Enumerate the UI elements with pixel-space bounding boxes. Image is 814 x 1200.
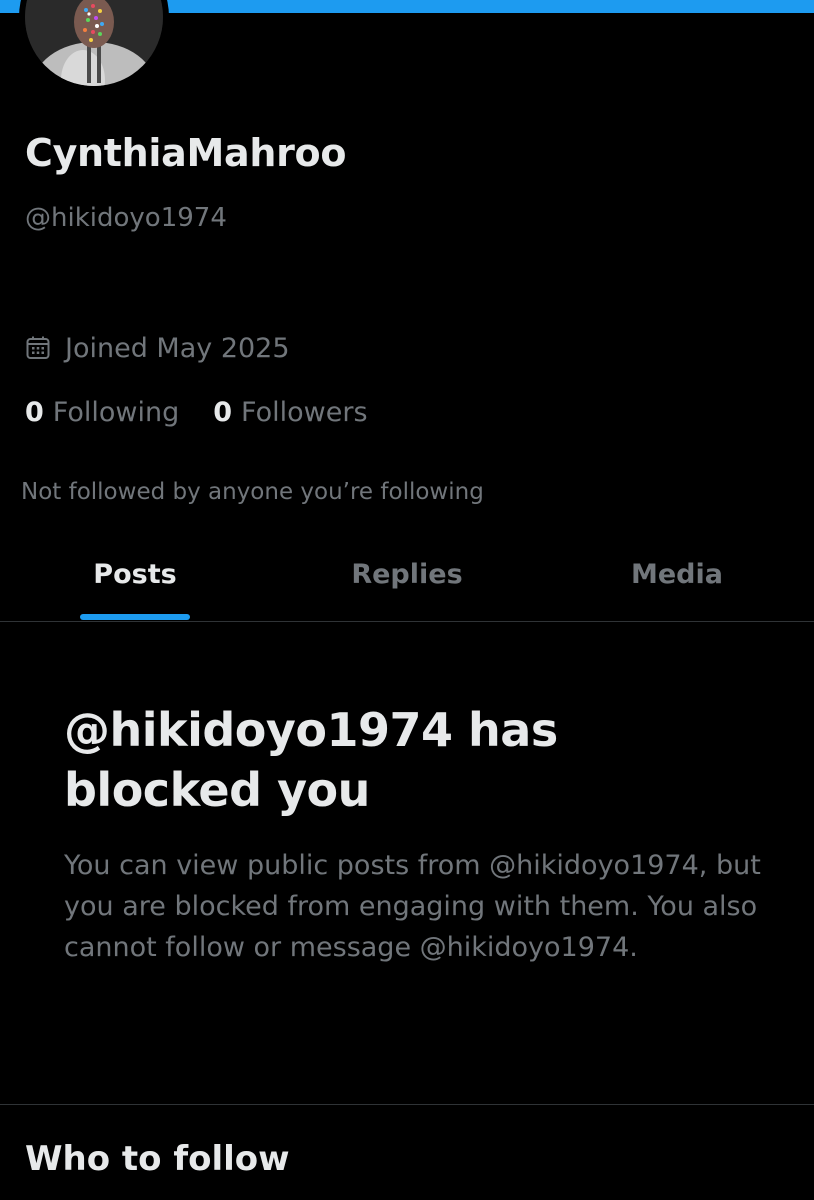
blocked-message: You can view public posts from @hikidoyo… (64, 850, 761, 963)
profile-display-name: CynthiaMahroo (25, 131, 347, 175)
following-label: Following (52, 396, 180, 428)
tab-media[interactable]: Media (582, 540, 772, 621)
profile-handle: @hikidoyo1974 (25, 203, 227, 233)
joined-date: Joined May 2025 (25, 330, 290, 366)
following-count: 0 (25, 396, 44, 428)
calendar-icon (25, 335, 51, 361)
blocked-title: @hikidoyo1974 has blocked you (64, 703, 558, 817)
avatar-image (25, 0, 163, 86)
who-to-follow-heading: Who to follow (25, 1139, 290, 1179)
section-divider (0, 1104, 814, 1105)
followers-label: Followers (241, 396, 368, 428)
following-link[interactable]: 0 Following (25, 397, 179, 428)
joined-label: Joined May 2025 (65, 332, 290, 364)
active-tab-indicator (80, 614, 190, 620)
followers-count: 0 (213, 396, 233, 428)
profile-tabs: Posts Replies Media (0, 540, 814, 622)
not-followed-notice: Not followed by anyone you’re following (21, 479, 484, 505)
tab-posts[interactable]: Posts (40, 540, 230, 621)
followers-link[interactable]: 0 Followers (213, 397, 367, 428)
avatar[interactable] (19, 0, 169, 92)
tab-replies[interactable]: Replies (312, 540, 502, 621)
follow-stats: 0 Following 0 Followers (25, 393, 402, 431)
